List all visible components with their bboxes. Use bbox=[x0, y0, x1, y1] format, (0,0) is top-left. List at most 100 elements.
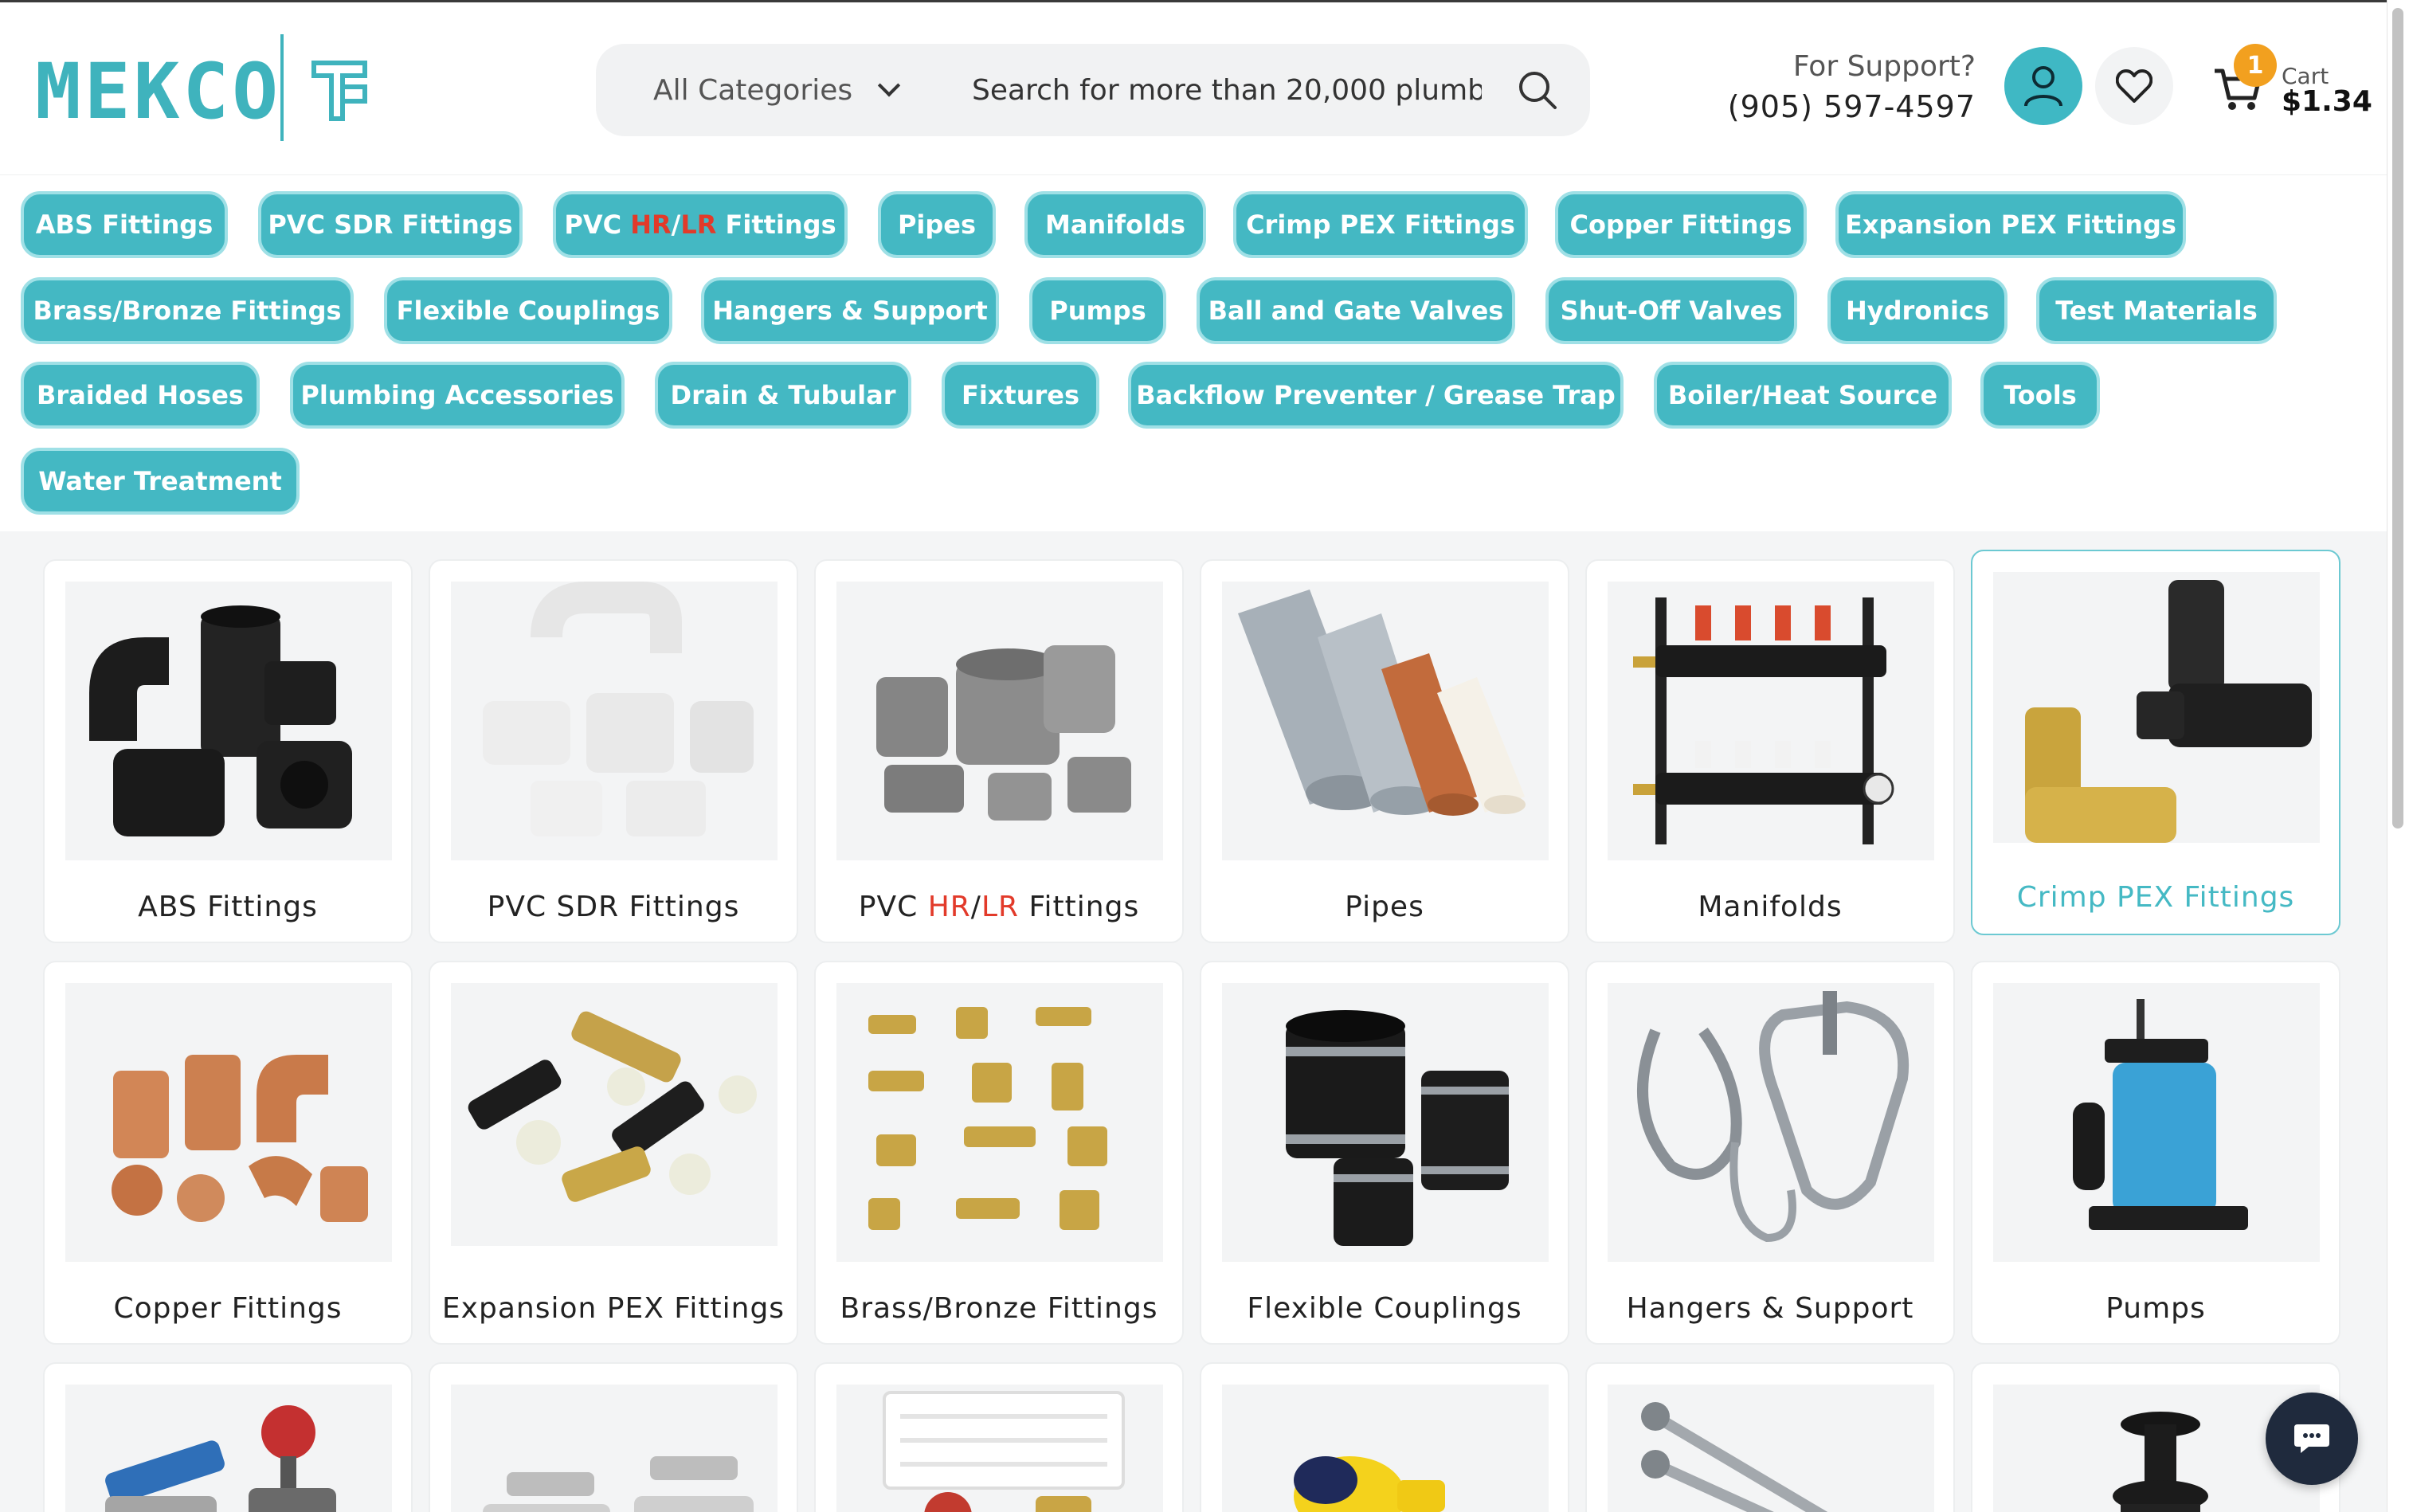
category-card-pipes[interactable]: Pipes bbox=[1200, 559, 1569, 943]
search-icon[interactable] bbox=[1517, 69, 1558, 111]
category-pill-manifolds[interactable]: Manifolds bbox=[1024, 191, 1206, 258]
product-image bbox=[836, 983, 1163, 1262]
page-scrollbar[interactable] bbox=[2387, 0, 2409, 1512]
hydronics-image bbox=[836, 1385, 1163, 1512]
category-pill-boiler-heat-source[interactable]: Boiler/Heat Source bbox=[1654, 362, 1952, 429]
pill-label: Braided Hoses bbox=[37, 380, 244, 410]
heart-icon bbox=[2116, 69, 2152, 103]
category-pill-fixtures[interactable]: Fixtures bbox=[942, 362, 1099, 429]
support-phone[interactable]: (905) 597-4597 bbox=[1689, 89, 1976, 124]
pill-label: Ball and Gate Valves bbox=[1208, 296, 1504, 326]
category-card-brass-bronze-fittings[interactable]: Brass/Bronze Fittings bbox=[814, 961, 1184, 1345]
pill-label: Pumps bbox=[1049, 296, 1146, 326]
category-nav: ABS Fittings PVC SDR Fittings PVC HR/LR … bbox=[0, 174, 2387, 531]
product-image bbox=[836, 1385, 1163, 1512]
category-card-test-materials[interactable] bbox=[1200, 1362, 1569, 1512]
card-title: Pipes bbox=[1345, 891, 1424, 923]
category-card-hydronics[interactable] bbox=[814, 1362, 1184, 1512]
site-header: MEKCO All Categories For Support? (905) … bbox=[0, 2, 2387, 174]
category-card-hangers-support[interactable]: Hangers & Support bbox=[1585, 961, 1955, 1345]
category-card-pvc-sdr-fittings[interactable]: PVC SDR Fittings bbox=[429, 559, 798, 943]
category-pill-braided-hoses[interactable]: Braided Hoses bbox=[21, 362, 260, 429]
category-card-pumps[interactable]: Pumps bbox=[1971, 961, 2340, 1345]
hangers-support-image bbox=[1608, 983, 1934, 1262]
search-input[interactable] bbox=[972, 69, 1482, 111]
pill-label: Boiler/Heat Source bbox=[1667, 380, 1938, 410]
pill-label: PVC SDR Fittings bbox=[268, 210, 513, 240]
category-pill-pumps[interactable]: Pumps bbox=[1029, 277, 1166, 344]
pill-label: Test Materials bbox=[2055, 296, 2258, 326]
category-card-copper-fittings[interactable]: Copper Fittings bbox=[43, 961, 413, 1345]
category-card-ball-gate-valves[interactable] bbox=[43, 1362, 413, 1512]
brass-bronze-fittings-image bbox=[836, 983, 1163, 1262]
category-pill-pipes[interactable]: Pipes bbox=[878, 191, 996, 258]
ball-gate-valves-image bbox=[65, 1385, 392, 1512]
category-pill-crimp-pex-fittings[interactable]: Crimp PEX Fittings bbox=[1233, 191, 1528, 258]
category-pill-backflow-preventer[interactable]: Backflow Preventer / Grease Trap bbox=[1128, 362, 1624, 429]
cart-total: $1.34 bbox=[2282, 85, 2372, 118]
card-title: Pumps bbox=[2105, 1292, 2206, 1325]
pill-label: Copper Fittings bbox=[1569, 210, 1792, 240]
cart-count-badge: 1 bbox=[2234, 44, 2277, 87]
support-info: For Support? (905) 597-4597 bbox=[1689, 50, 1976, 124]
category-card-pvc-hr-lr-fittings[interactable]: PVC HR/LR Fittings bbox=[814, 559, 1184, 943]
logo-divider bbox=[280, 34, 284, 141]
category-pill-abs-fittings[interactable]: ABS Fittings bbox=[21, 191, 228, 258]
category-pill-expansion-pex-fittings[interactable]: Expansion PEX Fittings bbox=[1835, 191, 2186, 258]
logo-wordmark: MEKCO bbox=[35, 47, 281, 136]
category-pill-pvc-hr-lr-fittings[interactable]: PVC HR/LR Fittings bbox=[553, 191, 848, 258]
copper-fittings-image bbox=[65, 983, 392, 1262]
category-pill-flexible-couplings[interactable]: Flexible Couplings bbox=[384, 277, 672, 344]
product-image bbox=[451, 983, 778, 1246]
category-pill-water-treatment[interactable]: Water Treatment bbox=[21, 448, 300, 515]
pill-label: ABS Fittings bbox=[35, 210, 213, 240]
cart-button[interactable]: 1 Cart $1.34 bbox=[2211, 44, 2372, 131]
braided-hoses-image bbox=[1608, 1385, 1934, 1512]
category-card-crimp-pex-fittings[interactable]: Crimp PEX Fittings bbox=[1971, 550, 2340, 935]
pill-label: Drain & Tubular bbox=[670, 380, 896, 410]
category-card-expansion-pex-fittings[interactable]: Expansion PEX Fittings bbox=[429, 961, 798, 1345]
abs-fittings-image bbox=[65, 582, 392, 860]
product-image bbox=[65, 1385, 392, 1512]
category-card-shut-off-valves[interactable] bbox=[429, 1362, 798, 1512]
pill-label: Backflow Preventer / Grease Trap bbox=[1136, 380, 1616, 410]
card-title: Crimp PEX Fittings bbox=[2016, 881, 2295, 914]
pill-label: Tools bbox=[2004, 380, 2077, 410]
category-pill-hangers-support[interactable]: Hangers & Support bbox=[701, 277, 999, 344]
product-image bbox=[65, 582, 392, 860]
category-pill-plumbing-accessories[interactable]: Plumbing Accessories bbox=[290, 362, 625, 429]
category-select[interactable]: All Categories bbox=[653, 72, 901, 108]
chat-button[interactable] bbox=[2266, 1393, 2358, 1485]
category-pill-brass-bronze-fittings[interactable]: Brass/Bronze Fittings bbox=[21, 277, 354, 344]
category-card-abs-fittings[interactable]: ABS Fittings bbox=[43, 559, 413, 943]
category-pill-copper-fittings[interactable]: Copper Fittings bbox=[1555, 191, 1807, 258]
account-button[interactable] bbox=[2004, 47, 2082, 125]
wishlist-button[interactable] bbox=[2095, 47, 2173, 125]
product-image bbox=[451, 1385, 778, 1512]
category-pill-test-materials[interactable]: Test Materials bbox=[2036, 277, 2277, 344]
mekco-logo[interactable]: MEKCO bbox=[35, 34, 370, 146]
card-title: Hangers & Support bbox=[1626, 1292, 1914, 1325]
category-pill-drain-tubular[interactable]: Drain & Tubular bbox=[655, 362, 911, 429]
card-title: Manifolds bbox=[1698, 891, 1843, 923]
pvc-hr-lr-fittings-image bbox=[836, 582, 1163, 860]
category-pill-pvc-sdr-fittings[interactable]: PVC SDR Fittings bbox=[258, 191, 523, 258]
category-pill-tools[interactable]: Tools bbox=[1980, 362, 2100, 429]
product-image bbox=[451, 582, 778, 860]
product-image bbox=[1993, 572, 2320, 843]
pill-label: Pipes bbox=[897, 210, 977, 240]
card-title: Flexible Couplings bbox=[1247, 1292, 1522, 1325]
user-icon bbox=[2024, 66, 2062, 107]
category-pill-shut-off-valves[interactable]: Shut-Off Valves bbox=[1545, 277, 1797, 344]
category-card-flexible-couplings[interactable]: Flexible Couplings bbox=[1200, 961, 1569, 1345]
shut-off-valves-image bbox=[451, 1385, 778, 1512]
category-card-braided-hoses[interactable] bbox=[1585, 1362, 1955, 1512]
category-pill-hydronics[interactable]: Hydronics bbox=[1827, 277, 2007, 344]
scrollbar-thumb[interactable] bbox=[2392, 8, 2403, 828]
pill-label: Plumbing Accessories bbox=[300, 380, 614, 410]
pill-label: Hydronics bbox=[1845, 296, 1990, 326]
card-title: Brass/Bronze Fittings bbox=[840, 1292, 1158, 1325]
category-card-manifolds[interactable]: Manifolds bbox=[1585, 559, 1955, 943]
category-pill-ball-gate-valves[interactable]: Ball and Gate Valves bbox=[1197, 277, 1515, 344]
logo-pipe-icon bbox=[311, 61, 367, 121]
